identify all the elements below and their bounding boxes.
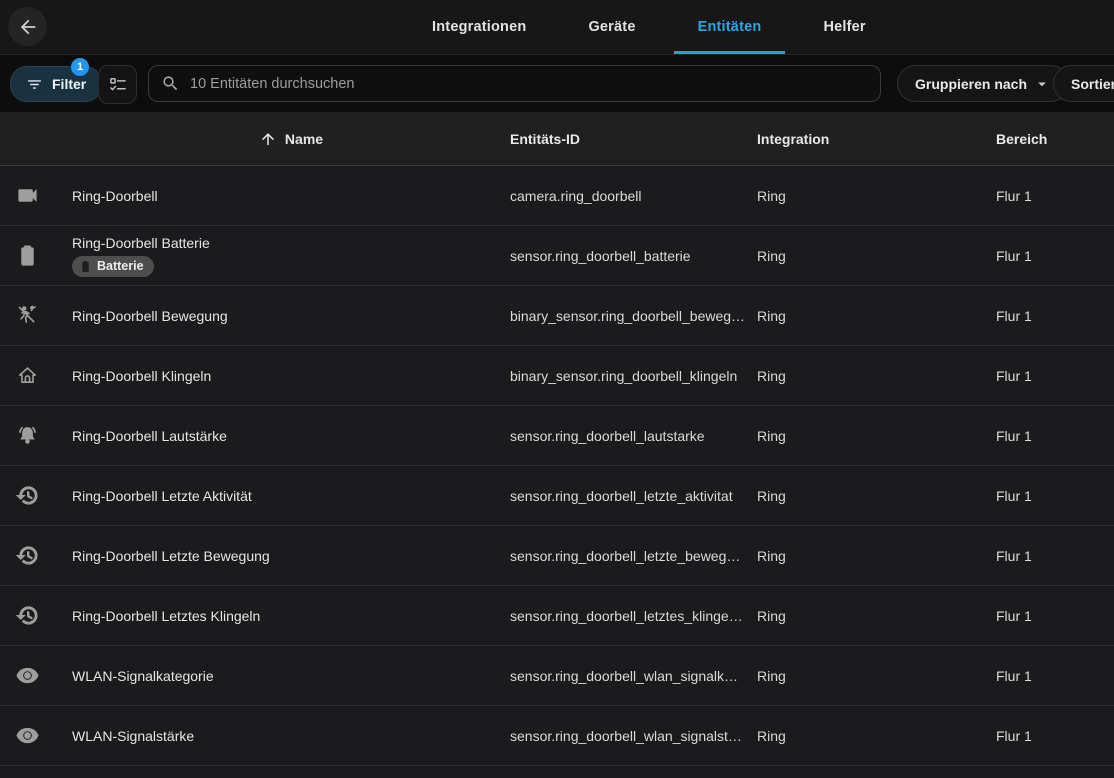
entity-id: sensor.ring_doorbell_wlan_signalk… xyxy=(510,668,757,684)
header-name[interactable]: Name xyxy=(72,130,510,148)
entity-id: sensor.ring_doorbell_lautstarke xyxy=(510,428,757,444)
bell-ring-icon xyxy=(16,424,39,447)
entity-id: sensor.ring_doorbell_letztes_klinge… xyxy=(510,608,757,624)
tab-helfer[interactable]: Helfer xyxy=(799,0,889,54)
tab-entitaeten[interactable]: Entitäten xyxy=(674,0,786,54)
entity-integration: Ring xyxy=(757,608,996,624)
entity-area: Flur 1 xyxy=(996,728,1114,744)
tab-bar: Integrationen Geräte Entitäten Helfer xyxy=(408,0,890,54)
table-row[interactable]: WLAN-Signalstärke sensor.ring_doorbell_w… xyxy=(0,706,1114,766)
toolbar: Filter 1 Gruppieren nach Sortieren nach xyxy=(0,55,1114,113)
filter-button-label: Filter xyxy=(52,76,86,92)
filter-variant-icon xyxy=(26,76,43,93)
entity-area: Flur 1 xyxy=(996,308,1114,324)
list-checkbox-icon xyxy=(108,75,128,95)
entity-integration: Ring xyxy=(757,248,996,264)
entity-name: Ring-Doorbell Lautstärke xyxy=(72,428,510,444)
search-input[interactable] xyxy=(188,75,868,93)
entity-name: Ring-Doorbell xyxy=(72,188,510,204)
entity-name: Ring-Doorbell Bewegung xyxy=(72,308,510,324)
entity-id: sensor.ring_doorbell_letzte_aktivitat xyxy=(510,488,757,504)
entity-area: Flur 1 xyxy=(996,368,1114,384)
entities-page: Integrationen Geräte Entitäten Helfer Fi… xyxy=(0,0,1114,778)
entity-id: sensor.ring_doorbell_letzte_beweg… xyxy=(510,548,757,564)
battery-label-chip[interactable]: Batterie xyxy=(72,256,154,277)
group-by-label: Gruppieren nach xyxy=(915,76,1027,92)
tab-integrationen[interactable]: Integrationen xyxy=(408,0,550,54)
search-icon xyxy=(161,74,180,93)
table-row[interactable]: Ring-Doorbell Lautstärke sensor.ring_doo… xyxy=(0,406,1114,466)
entity-name: Ring-Doorbell Letztes Klingeln xyxy=(72,608,510,624)
header-name-label: Name xyxy=(285,131,323,147)
entity-id: binary_sensor.ring_doorbell_beweg… xyxy=(510,308,757,324)
filter-count-badge: 1 xyxy=(71,58,89,76)
filter-button[interactable]: Filter xyxy=(10,66,102,102)
entity-area: Flur 1 xyxy=(996,488,1114,504)
table-row[interactable]: WLAN-Signalkategorie sensor.ring_doorbel… xyxy=(0,646,1114,706)
search-box xyxy=(148,65,881,102)
motion-sensor-icon xyxy=(16,304,39,327)
eye-icon xyxy=(16,724,39,747)
table-row[interactable]: Ring-Doorbell Letzte Bewegung sensor.rin… xyxy=(0,526,1114,586)
history-icon xyxy=(16,544,39,567)
entity-integration: Ring xyxy=(757,188,996,204)
entity-area: Flur 1 xyxy=(996,248,1114,264)
entities-table: Name Entitäts-ID Integration Bereich Rin… xyxy=(0,112,1114,778)
entity-name: Ring-Doorbell Letzte Bewegung xyxy=(72,548,510,564)
header-area[interactable]: Bereich xyxy=(996,131,1114,147)
entity-name: WLAN-Signalkategorie xyxy=(72,668,510,684)
entity-integration: Ring xyxy=(757,428,996,444)
header-integration[interactable]: Integration xyxy=(757,131,996,147)
table-row[interactable]: Ring-Doorbell Letzte Aktivität sensor.ri… xyxy=(0,466,1114,526)
eye-icon xyxy=(16,664,39,687)
video-icon xyxy=(16,184,39,207)
back-button[interactable] xyxy=(8,7,47,46)
history-icon xyxy=(16,604,39,627)
table-row[interactable]: Ring-Doorbell Bewegung binary_sensor.rin… xyxy=(0,286,1114,346)
column-settings-button[interactable] xyxy=(98,65,137,104)
group-by-button[interactable]: Gruppieren nach xyxy=(897,65,1069,102)
top-navigation-bar: Integrationen Geräte Entitäten Helfer xyxy=(0,0,1114,55)
battery-icon xyxy=(16,244,39,267)
entity-name: Ring-Doorbell Letzte Aktivität xyxy=(72,488,510,504)
entity-name: WLAN-Signalstärke xyxy=(72,728,510,744)
entity-integration: Ring xyxy=(757,308,996,324)
entity-integration: Ring xyxy=(757,368,996,384)
table-row[interactable]: Ring-Doorbell Klingeln binary_sensor.rin… xyxy=(0,346,1114,406)
entity-integration: Ring xyxy=(757,488,996,504)
entity-id: binary_sensor.ring_doorbell_klingeln xyxy=(510,368,757,384)
entity-area: Flur 1 xyxy=(996,428,1114,444)
sort-by-label: Sortieren nach xyxy=(1071,76,1114,92)
entity-name: Ring-Doorbell Batterie xyxy=(72,235,210,251)
sort-by-button[interactable]: Sortieren nach xyxy=(1053,65,1114,102)
header-entity-id[interactable]: Entitäts-ID xyxy=(510,131,757,147)
chevron-down-icon xyxy=(1033,75,1051,93)
doorbell-home-icon xyxy=(16,364,39,387)
tab-geraete[interactable]: Geräte xyxy=(564,0,659,54)
table-row[interactable]: Ring-Doorbell Batterie Batterie sensor.r… xyxy=(0,226,1114,286)
entity-area: Flur 1 xyxy=(996,608,1114,624)
entity-integration: Ring xyxy=(757,668,996,684)
history-icon xyxy=(16,484,39,507)
entity-id: sensor.ring_doorbell_batterie xyxy=(510,248,757,264)
table-row[interactable]: Ring-Doorbell camera.ring_doorbell Ring … xyxy=(0,166,1114,226)
entity-id: camera.ring_doorbell xyxy=(510,188,757,204)
entity-integration: Ring xyxy=(757,548,996,564)
table-row[interactable]: Ring-Doorbell Letztes Klingeln sensor.ri… xyxy=(0,586,1114,646)
entity-area: Flur 1 xyxy=(996,188,1114,204)
entity-area: Flur 1 xyxy=(996,668,1114,684)
entity-area: Flur 1 xyxy=(996,548,1114,564)
arrow-left-icon xyxy=(17,16,39,38)
sort-ascending-arrow-icon xyxy=(259,130,277,148)
table-header-row: Name Entitäts-ID Integration Bereich xyxy=(0,112,1114,166)
entity-id: sensor.ring_doorbell_wlan_signalst… xyxy=(510,728,757,744)
chip-label: Batterie xyxy=(97,259,144,273)
entity-integration: Ring xyxy=(757,728,996,744)
entity-name: Ring-Doorbell Klingeln xyxy=(72,368,510,384)
battery-icon xyxy=(79,260,92,273)
